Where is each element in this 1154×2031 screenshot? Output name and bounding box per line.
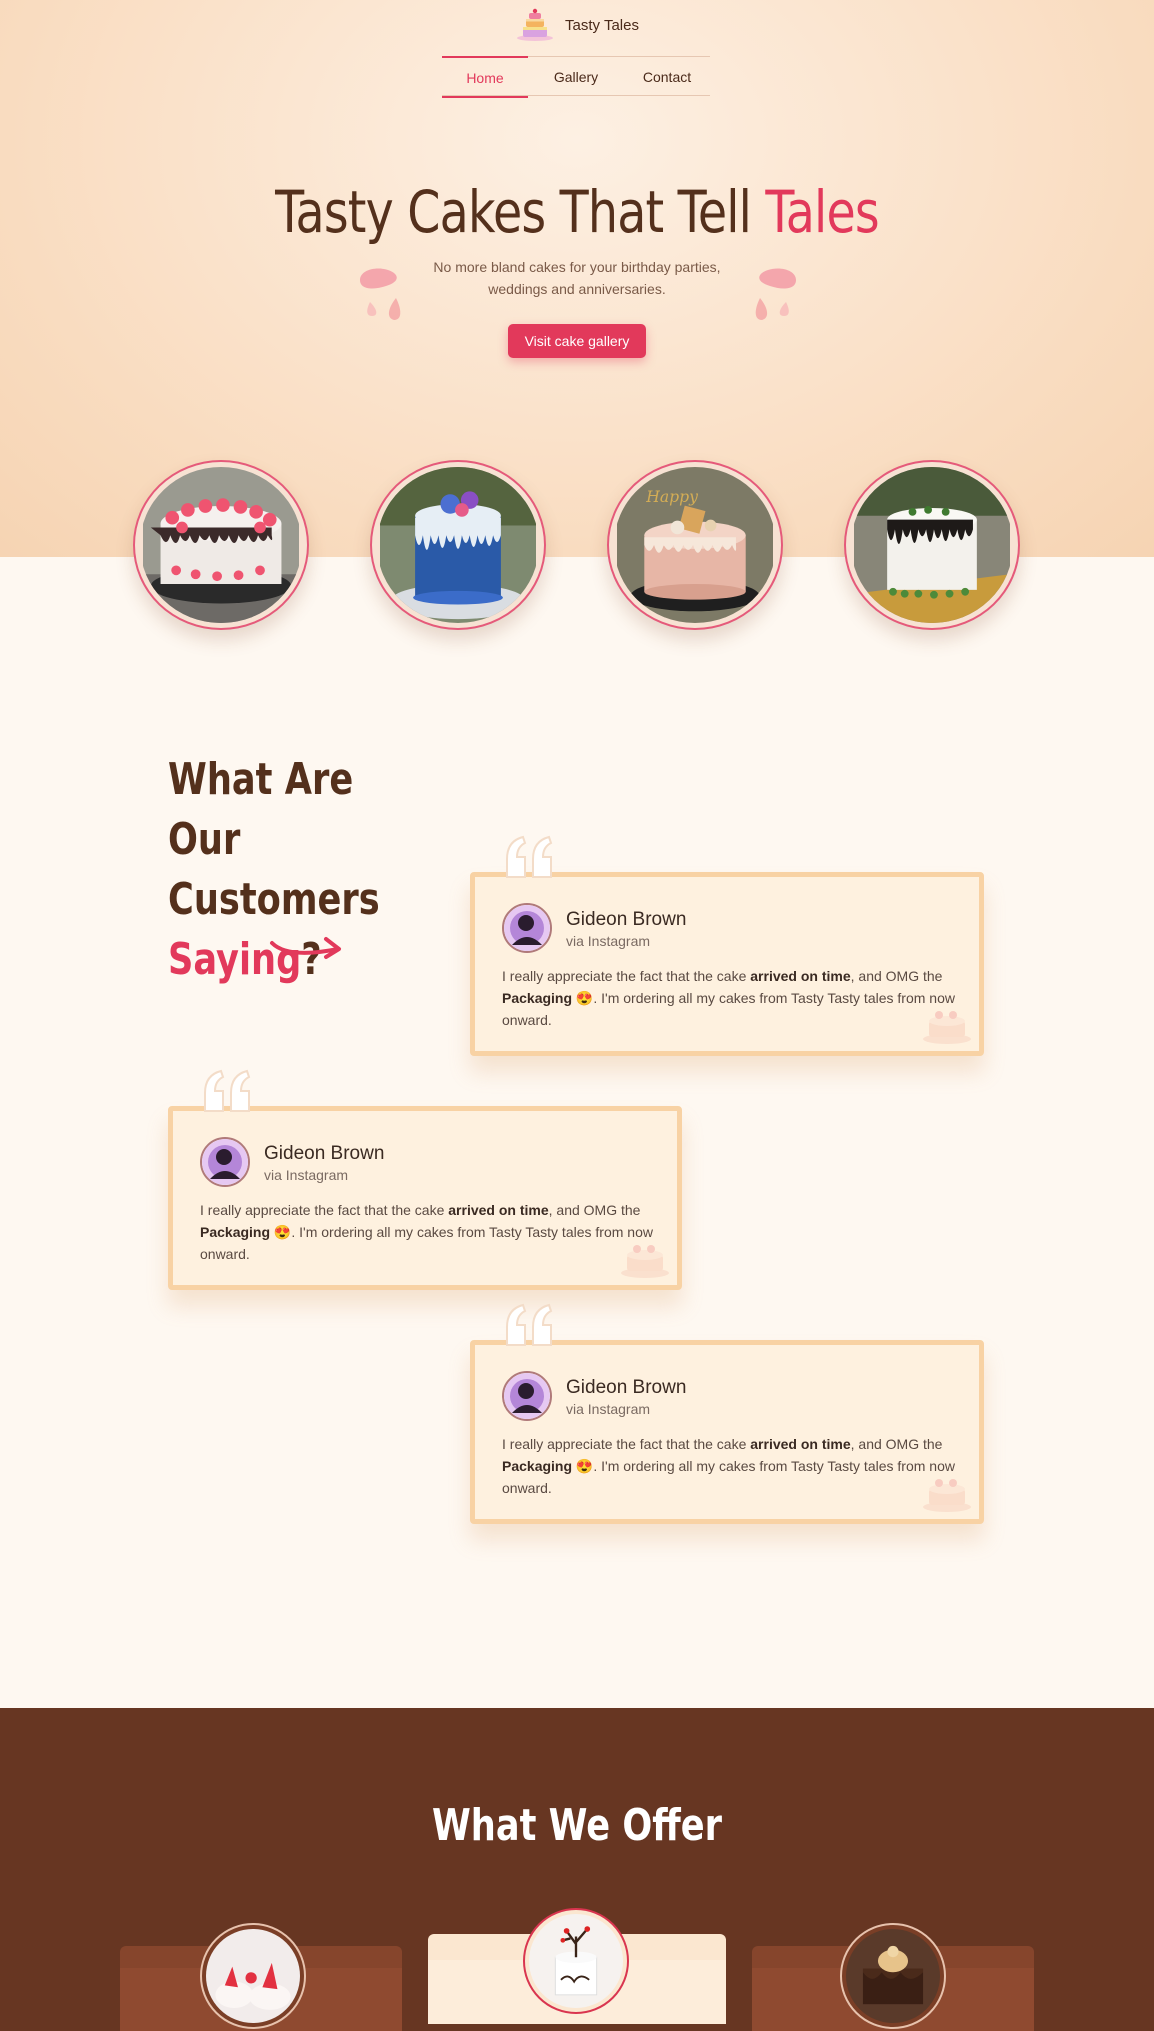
chocolate-dessert-image bbox=[846, 1929, 940, 2023]
gallery-image[interactable] bbox=[370, 460, 546, 630]
hero-title: Tasty Cakes That Tell Tales bbox=[104, 178, 1050, 246]
quote-icon bbox=[204, 1069, 251, 1112]
nav-contact[interactable]: Contact bbox=[624, 57, 710, 97]
review-text-part: I really appreciate the fact that the ca… bbox=[502, 1436, 751, 1452]
avatar bbox=[200, 1137, 250, 1187]
gallery-image[interactable] bbox=[133, 460, 309, 630]
nav-gallery[interactable]: Gallery bbox=[528, 57, 624, 97]
review-text: I really appreciate the fact that the ca… bbox=[502, 1433, 962, 1499]
drops-decoration-icon bbox=[755, 268, 796, 320]
review-text-bold: Packaging bbox=[502, 1458, 573, 1474]
review-text-bold: arrived on time bbox=[750, 968, 851, 984]
pink-birthday-cake-image: Happy bbox=[617, 467, 773, 623]
review-text-bold: Packaging bbox=[200, 1224, 271, 1240]
reviewer-name: Gideon Brown bbox=[264, 1143, 385, 1164]
quote-icon bbox=[506, 835, 553, 878]
white-drip-green-cake-image bbox=[854, 467, 1010, 623]
brand-name: Tasty Tales bbox=[565, 16, 639, 34]
offer-image bbox=[200, 1923, 306, 2029]
review-text-bold: arrived on time bbox=[750, 1436, 851, 1452]
offer-image bbox=[840, 1923, 946, 2029]
reviewer-name: Gideon Brown bbox=[566, 1377, 687, 1398]
visit-gallery-button[interactable]: Visit cake gallery bbox=[508, 324, 646, 358]
cupcakes-image bbox=[206, 1929, 300, 2023]
review-text: I really appreciate the fact that the ca… bbox=[200, 1199, 660, 1265]
review-text-part: , and OMG the bbox=[850, 1436, 943, 1452]
svg-text:Happy: Happy bbox=[645, 488, 698, 506]
quote-icon bbox=[506, 1303, 553, 1346]
testimonial-card: Gideon Brown via Instagram I really appr… bbox=[470, 835, 984, 1056]
blue-drip-cake-image bbox=[380, 467, 536, 623]
red-white-drip-cake-image bbox=[143, 467, 299, 623]
brand[interactable]: Tasty Tales bbox=[0, 8, 1154, 42]
cake-watermark-icon bbox=[923, 1479, 971, 1512]
review-text-part: , and OMG the bbox=[850, 968, 943, 984]
testimonial-card: Gideon Brown via Instagram I really appr… bbox=[168, 1069, 682, 1290]
gallery-image[interactable] bbox=[844, 460, 1020, 630]
reviewer-name: Gideon Brown bbox=[566, 909, 687, 930]
review-text-bold: arrived on time bbox=[448, 1202, 549, 1218]
drops-decoration-icon bbox=[360, 268, 401, 320]
avatar bbox=[502, 1371, 552, 1421]
review-source: via Instagram bbox=[264, 1167, 349, 1183]
cake-logo-icon bbox=[517, 8, 554, 41]
review-text-part: I really appreciate the fact that the ca… bbox=[200, 1202, 449, 1218]
review-text-part: , and OMG the bbox=[548, 1202, 641, 1218]
cake-watermark-icon bbox=[923, 1011, 971, 1044]
hero-subtitle: No more bland cakes for your birthday pa… bbox=[433, 259, 721, 297]
hero-title-main: Tasty Cakes That Tell bbox=[275, 178, 766, 246]
gallery-image[interactable]: Happy bbox=[607, 460, 783, 630]
user-avatar-image bbox=[202, 1139, 248, 1185]
branch-cake-image bbox=[529, 1914, 623, 2008]
testimonials-title-line2: Customers bbox=[168, 874, 380, 925]
user-avatar-image bbox=[504, 1373, 550, 1419]
testimonials-title-line1: What Are Our bbox=[168, 754, 354, 865]
testimonial-card: Gideon Brown via Instagram I really appr… bbox=[470, 1303, 984, 1524]
main-nav: Home Gallery Contact bbox=[442, 56, 710, 98]
hero-title-accent: Tales bbox=[765, 178, 879, 246]
review-text-part: I really appreciate the fact that the ca… bbox=[502, 968, 751, 984]
avatar bbox=[502, 903, 552, 953]
cake-gallery-row: Happy bbox=[0, 460, 1154, 630]
arrow-right-icon bbox=[270, 937, 341, 959]
offer-section: What We Offer bbox=[0, 1708, 1154, 2031]
review-text: I really appreciate the fact that the ca… bbox=[502, 965, 962, 1031]
cake-watermark-icon bbox=[621, 1245, 669, 1278]
review-source: via Instagram bbox=[566, 933, 651, 949]
nav-home[interactable]: Home bbox=[442, 56, 528, 98]
review-source: via Instagram bbox=[566, 1401, 651, 1417]
user-avatar-image bbox=[504, 905, 550, 951]
offer-image bbox=[523, 1908, 629, 2014]
review-text-bold: Packaging bbox=[502, 990, 573, 1006]
offer-title: What We Offer bbox=[431, 1800, 723, 1851]
